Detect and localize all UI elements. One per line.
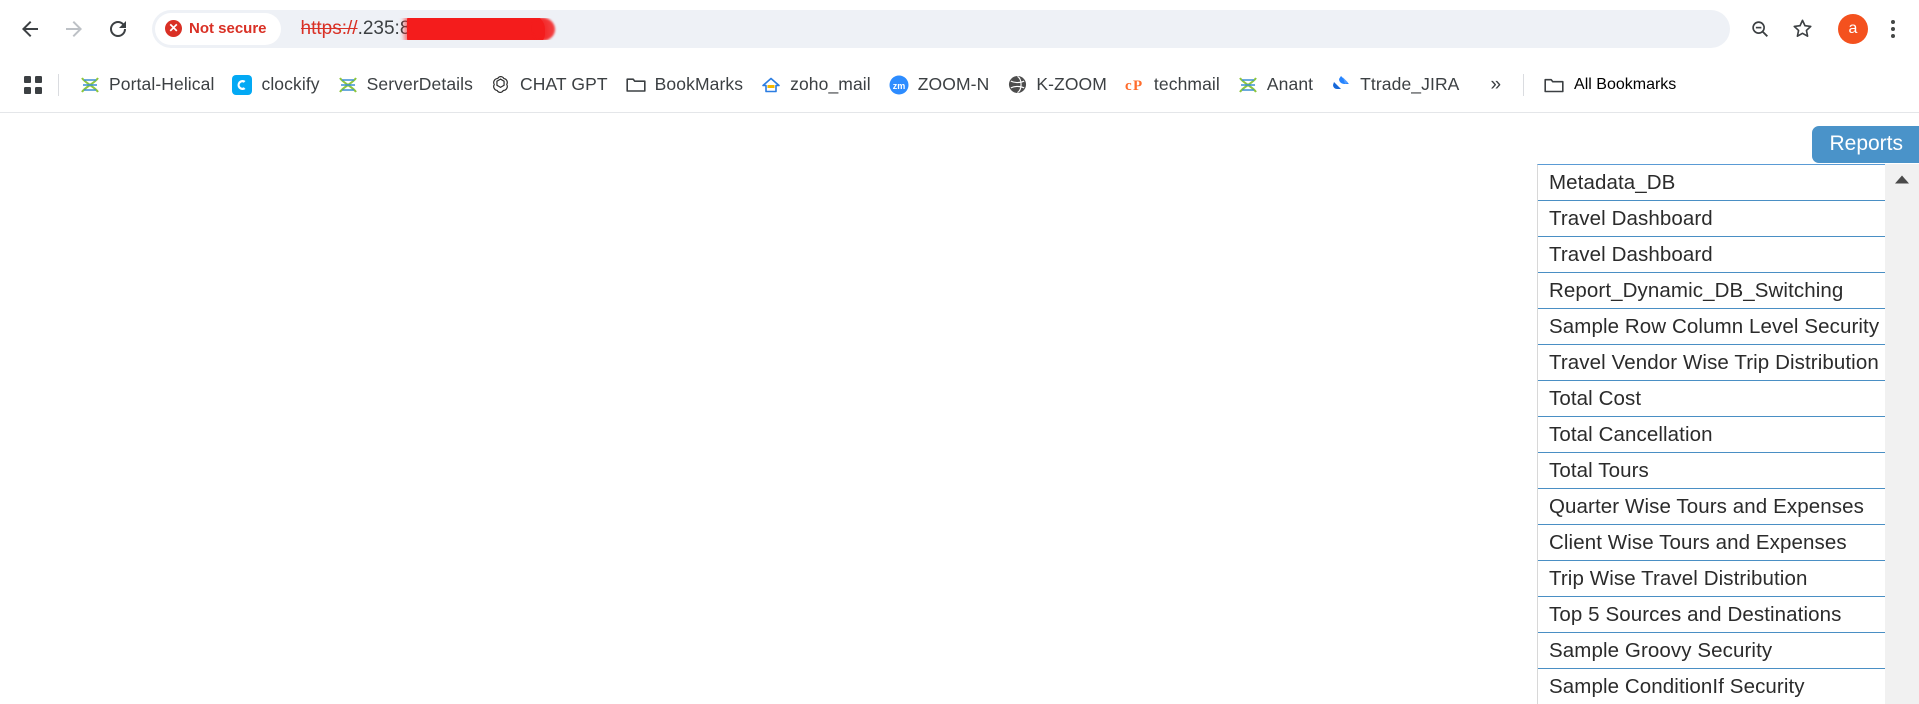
report-list-item[interactable]: Total Cost: [1538, 381, 1885, 417]
bookmark-serverdetails[interactable]: ServerDetails: [329, 69, 482, 100]
bookmark-k-zoom[interactable]: K-ZOOM: [998, 69, 1116, 100]
report-list-item[interactable]: Sample ConditionIf Security: [1538, 669, 1885, 704]
globe-icon: [1007, 75, 1027, 95]
bookmark-label: zoho_mail: [790, 74, 871, 94]
bookmark-zoom-n[interactable]: zm ZOOM-N: [880, 69, 999, 100]
report-list-item[interactable]: Sample Row Column Level Security: [1538, 309, 1885, 345]
star-icon: [1792, 19, 1812, 37]
report-list-item[interactable]: Total Tours: [1538, 453, 1885, 489]
report-list-item[interactable]: Travel Vendor Wise Trip Distribution: [1538, 345, 1885, 381]
all-bookmarks-button[interactable]: All Bookmarks: [1536, 70, 1684, 100]
bookmark-label: Ttrade_JIRA: [1360, 74, 1460, 94]
bookmark-chat-gpt[interactable]: CHAT GPT: [482, 69, 617, 100]
forward-button[interactable]: [54, 9, 94, 49]
not-secure-icon: ✕: [165, 20, 182, 37]
url-text[interactable]: https://.235:8443/sso/#/: [300, 17, 1724, 40]
folder-icon: [626, 75, 646, 95]
bookmark-anant[interactable]: Anant: [1229, 69, 1322, 100]
bookmark-techmail[interactable]: c P techmail: [1116, 69, 1229, 100]
reports-list-scrollbar[interactable]: [1885, 164, 1919, 704]
bookmark-label: ZOOM-N: [917, 74, 990, 94]
bookmark-clockify[interactable]: clockify: [223, 69, 328, 100]
report-list-item[interactable]: Top 5 Sources and Destinations: [1538, 597, 1885, 633]
dna-icon: [1238, 75, 1258, 95]
dna-icon: [80, 75, 100, 95]
bookmark-label: Anant: [1266, 74, 1314, 94]
bookmark-label: techmail: [1153, 74, 1220, 94]
zoom-out-icon: [1752, 20, 1768, 37]
report-list-item[interactable]: Report_Dynamic_DB_Switching: [1538, 273, 1885, 309]
bookmarks-divider: [1523, 73, 1525, 96]
bookmark-label: K-ZOOM: [1036, 74, 1107, 94]
scroll-up-arrow-icon[interactable]: [1885, 164, 1919, 194]
reload-button[interactable]: [98, 9, 138, 49]
url-scheme: https://: [300, 17, 358, 39]
bookmarks-bar: Portal-Helical clockify ServerDetails CH…: [0, 57, 1919, 113]
profile-avatar[interactable]: a: [1838, 13, 1868, 44]
bookmark-label: clockify: [261, 74, 320, 94]
svg-text:c: c: [1125, 78, 1132, 94]
svg-text:P: P: [1133, 78, 1142, 94]
folder-icon: [1544, 75, 1564, 95]
bookmark-label: Portal-Helical: [109, 74, 215, 94]
kebab-dot: [1891, 19, 1895, 24]
bookmark-label: CHAT GPT: [519, 74, 608, 94]
kebab-dot: [1891, 33, 1895, 38]
zoom-icon: zm: [889, 75, 909, 95]
report-list-item[interactable]: Total Cancellation: [1538, 417, 1885, 453]
bookmark-label: ServerDetails: [366, 74, 473, 94]
jira-icon: [1331, 75, 1351, 95]
all-bookmarks-label: All Bookmarks: [1574, 75, 1677, 93]
report-list-item[interactable]: Client Wise Tours and Expenses: [1538, 525, 1885, 561]
browser-toolbar: ✕ Not secure https://.235:8443/sso/#/ a: [0, 0, 1919, 57]
openai-icon: [491, 75, 511, 95]
bookmark-label: BookMarks: [654, 74, 744, 94]
svg-text:zm: zm: [893, 81, 906, 91]
url-host-path: .235:8443/sso/#/: [357, 17, 499, 39]
chrome-menu-button[interactable]: [1879, 9, 1907, 49]
forward-arrow-icon: [66, 20, 82, 37]
navigation-buttons: [10, 9, 138, 49]
back-arrow-icon: [22, 20, 38, 37]
address-bar[interactable]: ✕ Not secure https://.235:8443/sso/#/: [152, 9, 1730, 48]
report-list-item[interactable]: Metadata_DB: [1538, 165, 1885, 201]
zoho-icon: [761, 75, 781, 95]
page-content: Reports Metadata_DB Travel Dashboard Trave…: [0, 114, 1919, 704]
security-status-chip[interactable]: ✕ Not secure: [155, 12, 281, 45]
bookmarks-divider: [58, 73, 59, 96]
dna-icon: [338, 75, 358, 95]
browser-window: ✕ Not secure https://.235:8443/sso/#/ a …: [0, 0, 1919, 704]
reload-icon: [110, 20, 126, 37]
cpanel-icon: c P: [1125, 75, 1145, 95]
apps-grid-icon: [24, 75, 42, 94]
reports-tab[interactable]: Reports: [1812, 126, 1919, 164]
bookmark-ttrade-jira[interactable]: Ttrade_JIRA: [1322, 69, 1468, 100]
report-list-item[interactable]: Travel Dashboard: [1538, 201, 1885, 237]
report-list-item[interactable]: Sample Groovy Security: [1538, 633, 1885, 669]
reports-panel: Metadata_DB Travel Dashboard Travel Dashbo…: [1537, 164, 1919, 704]
bookmark-portal-helical[interactable]: Portal-Helical: [71, 69, 223, 100]
reports-list: Metadata_DB Travel Dashboard Travel Dashbo…: [1537, 164, 1885, 704]
kebab-dot: [1891, 26, 1895, 31]
apps-shortcut-button[interactable]: [18, 70, 48, 100]
security-status-label: Not secure: [189, 20, 267, 37]
report-list-item[interactable]: Quarter Wise Tours and Expenses: [1538, 489, 1885, 525]
bookmark-zoho-mail[interactable]: zoho_mail: [752, 69, 880, 100]
zoom-out-button[interactable]: [1740, 9, 1780, 49]
report-list-item[interactable]: Travel Dashboard: [1538, 237, 1885, 273]
back-button[interactable]: [10, 9, 50, 49]
report-list-item[interactable]: Trip Wise Travel Distribution: [1538, 561, 1885, 597]
bookmark-star-button[interactable]: [1782, 9, 1822, 49]
clockify-icon: [232, 74, 253, 95]
bookmarks-overflow-button[interactable]: »: [1478, 68, 1513, 102]
toolbar-right-controls: a: [1740, 9, 1907, 49]
bookmark-folder-bookmarks[interactable]: BookMarks: [617, 69, 752, 100]
